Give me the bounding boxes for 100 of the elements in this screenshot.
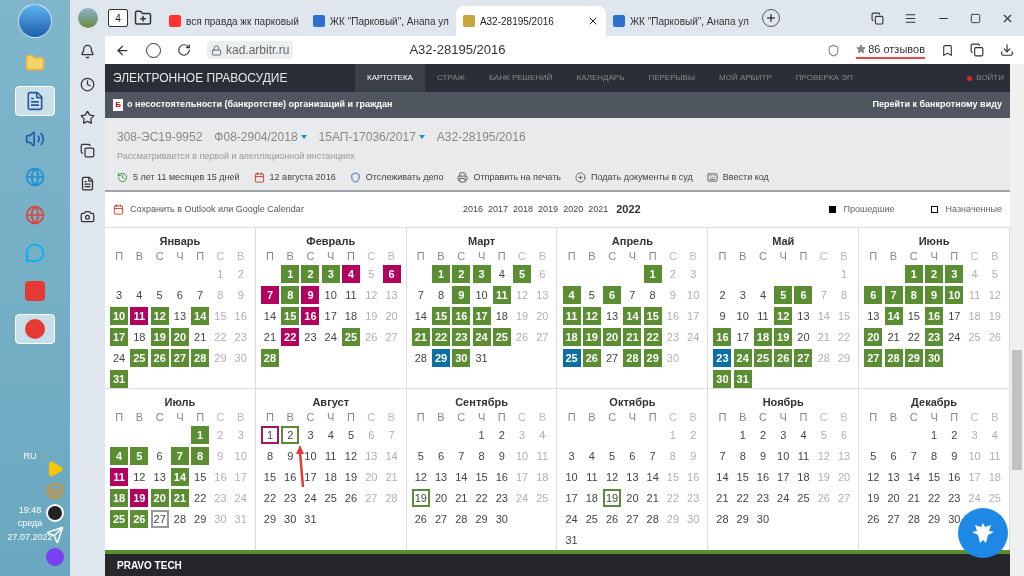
calendar-day[interactable]: 17: [110, 328, 129, 346]
calendar-day[interactable]: 16: [713, 328, 732, 346]
menu-icon[interactable]: [904, 11, 917, 25]
calendar-day[interactable]: 28: [623, 349, 642, 367]
download-icon[interactable]: [1000, 43, 1014, 57]
calendar-day[interactable]: 8: [904, 286, 923, 304]
calendar-day[interactable]: 19: [582, 328, 601, 346]
calendar-day[interactable]: 7: [170, 447, 189, 465]
year-link[interactable]: 2017: [488, 202, 509, 217]
calendar-day[interactable]: 25: [562, 349, 581, 367]
extensions-icon[interactable]: [970, 43, 984, 57]
calendar-day[interactable]: 26: [150, 349, 169, 367]
calendar-day[interactable]: 12: [582, 307, 601, 325]
export-link[interactable]: Сохранить в Outlook или Google Calendar: [113, 202, 463, 217]
calendar-day[interactable]: 16: [301, 307, 320, 325]
record-icon[interactable]: [46, 504, 64, 522]
calendar-day[interactable]: 19: [150, 328, 169, 346]
calendar-day[interactable]: 11: [130, 307, 149, 325]
calendar-day[interactable]: 23: [713, 349, 732, 367]
calendar-day[interactable]: 18: [562, 328, 581, 346]
calendar-day[interactable]: 30: [452, 349, 471, 367]
nav-tab[interactable]: БАНК РЕШЕНИЙ: [476, 64, 565, 92]
calendar-day[interactable]: 27: [864, 349, 883, 367]
calendar-day[interactable]: 18: [110, 489, 129, 507]
calendar-day[interactable]: 22: [281, 328, 300, 346]
calendar-day[interactable]: 29: [643, 349, 662, 367]
calendar-day[interactable]: 5: [513, 265, 532, 283]
calendar-day[interactable]: 19: [411, 489, 430, 507]
calendar-day[interactable]: 10: [110, 307, 129, 325]
browser-tab[interactable]: ЖК "Парковый", Анапа ул: [605, 6, 756, 36]
calendar-day[interactable]: 2: [281, 426, 300, 444]
case-action[interactable]: 12 августа 2016: [253, 170, 336, 184]
start-button[interactable]: [18, 4, 52, 38]
calendar-day[interactable]: 31: [733, 370, 752, 388]
calendar-day[interactable]: 14: [170, 468, 189, 486]
bell-icon[interactable]: [80, 44, 95, 59]
calendar-day[interactable]: 17: [472, 307, 491, 325]
collections-icon[interactable]: [871, 11, 884, 25]
calendar-day[interactable]: 28: [884, 349, 903, 367]
calendar-day[interactable]: 25: [110, 510, 129, 528]
calendar-day[interactable]: 4: [562, 286, 581, 304]
maximize-icon[interactable]: [970, 12, 981, 24]
calendar-day[interactable]: 25: [342, 328, 360, 346]
calendar-day[interactable]: 27: [150, 510, 169, 528]
case-number-link[interactable]: 15АП-17036/2017: [318, 128, 425, 146]
calendar-day[interactable]: 26: [582, 349, 601, 367]
case-action[interactable]: Подать документы в суд: [575, 170, 693, 184]
calendar-day[interactable]: 15: [643, 307, 662, 325]
bookmark-icon[interactable]: [941, 43, 954, 57]
calendar-day[interactable]: 9: [925, 286, 944, 304]
year-link[interactable]: 2016: [463, 202, 484, 217]
language-indicator[interactable]: RU: [23, 450, 37, 464]
calendar-day[interactable]: 12: [150, 307, 169, 325]
calendar-day[interactable]: 21: [170, 489, 189, 507]
calendar-day[interactable]: 1: [904, 265, 923, 283]
calendar-day[interactable]: 16: [452, 307, 471, 325]
calendar-day[interactable]: 26: [774, 349, 793, 367]
case-number-link[interactable]: 308-ЭС19-9952: [117, 128, 203, 146]
calendar-day[interactable]: 1: [191, 426, 210, 444]
calendar-day[interactable]: 25: [130, 349, 149, 367]
calendar-day[interactable]: 3: [472, 265, 491, 283]
calendar-day[interactable]: 21: [623, 328, 642, 346]
new-group-icon[interactable]: [134, 9, 152, 27]
address-field[interactable]: kad.arbitr.ru: [207, 41, 294, 59]
calendar-day[interactable]: 1: [432, 265, 451, 283]
calendar-day[interactable]: 10: [945, 286, 964, 304]
calendar-day[interactable]: 20: [603, 328, 622, 346]
case-action[interactable]: Ввести код: [706, 170, 769, 184]
calendar-day[interactable]: 21: [411, 328, 430, 346]
case-action[interactable]: Отправить на печать: [457, 170, 561, 184]
calendar-day[interactable]: 26: [130, 510, 149, 528]
case-number-link[interactable]: А32-28195/2016: [436, 128, 526, 146]
browser-tab[interactable]: вся правда жк парковый: [162, 6, 306, 36]
calendar-day[interactable]: 22: [643, 328, 662, 346]
tab-counter[interactable]: 4: [108, 9, 128, 27]
star-icon[interactable]: [80, 110, 95, 125]
calendar-day[interactable]: 11: [110, 468, 129, 486]
calendar-day[interactable]: 3: [945, 265, 964, 283]
year-link[interactable]: 2018: [513, 202, 534, 217]
nav-tab[interactable]: ПРОВЕРКА ЭП: [783, 64, 865, 92]
calendar-day[interactable]: 14: [191, 307, 210, 325]
calendar-day[interactable]: 15: [281, 307, 300, 325]
profile-avatar[interactable]: [78, 8, 98, 28]
calendar-day[interactable]: 6: [603, 286, 622, 304]
calendar-day[interactable]: 9: [301, 286, 320, 304]
year-link[interactable]: 2021: [588, 202, 609, 217]
calendar-day[interactable]: 12: [774, 307, 793, 325]
calendar-day[interactable]: 20: [864, 328, 883, 346]
nav-tab[interactable]: ПЕРЕРЫВЫ: [636, 64, 708, 92]
calendar-day[interactable]: 6: [382, 265, 401, 283]
reviews-badge[interactable]: 86 отзывов: [856, 40, 925, 60]
calendar-day[interactable]: 6: [794, 286, 813, 304]
calendar-day[interactable]: 30: [925, 349, 944, 367]
calendar-day[interactable]: 18: [753, 328, 772, 346]
shield-icon[interactable]: [827, 43, 841, 57]
footer-brand[interactable]: PRAVO TECH: [117, 557, 182, 573]
scrollbar[interactable]: [1010, 64, 1024, 576]
app-icon[interactable]: [15, 314, 55, 344]
calendar-day[interactable]: 25: [753, 349, 772, 367]
nav-tab[interactable]: КАЛЕНДАРЬ: [564, 64, 637, 92]
